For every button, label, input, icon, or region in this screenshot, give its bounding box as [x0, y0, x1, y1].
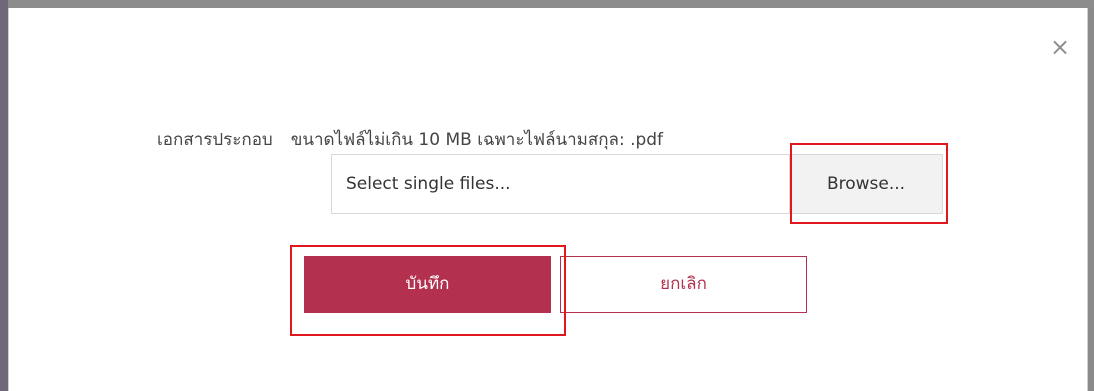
upload-dialog: × เอกสารประกอบ ขนาดไฟล์ไม่เกิน 10 MB เฉพา…: [8, 8, 1088, 391]
upload-label: เอกสารประกอบ: [157, 130, 273, 150]
backdrop-top: [0, 0, 1094, 8]
highlight-box-save: [290, 245, 566, 336]
close-icon[interactable]: ×: [1048, 35, 1072, 60]
file-input[interactable]: Select single files...: [332, 155, 790, 213]
upload-field-row: เอกสารประกอบ ขนาดไฟล์ไม่เกิน 10 MB เฉพาะไ…: [157, 126, 663, 153]
upload-hint: ขนาดไฟล์ไม่เกิน 10 MB เฉพาะไฟล์นามสกุล: …: [290, 130, 664, 150]
cancel-button[interactable]: ยกเลิก: [560, 256, 807, 313]
backdrop-left: [0, 0, 8, 391]
highlight-box-browse: [790, 143, 948, 224]
